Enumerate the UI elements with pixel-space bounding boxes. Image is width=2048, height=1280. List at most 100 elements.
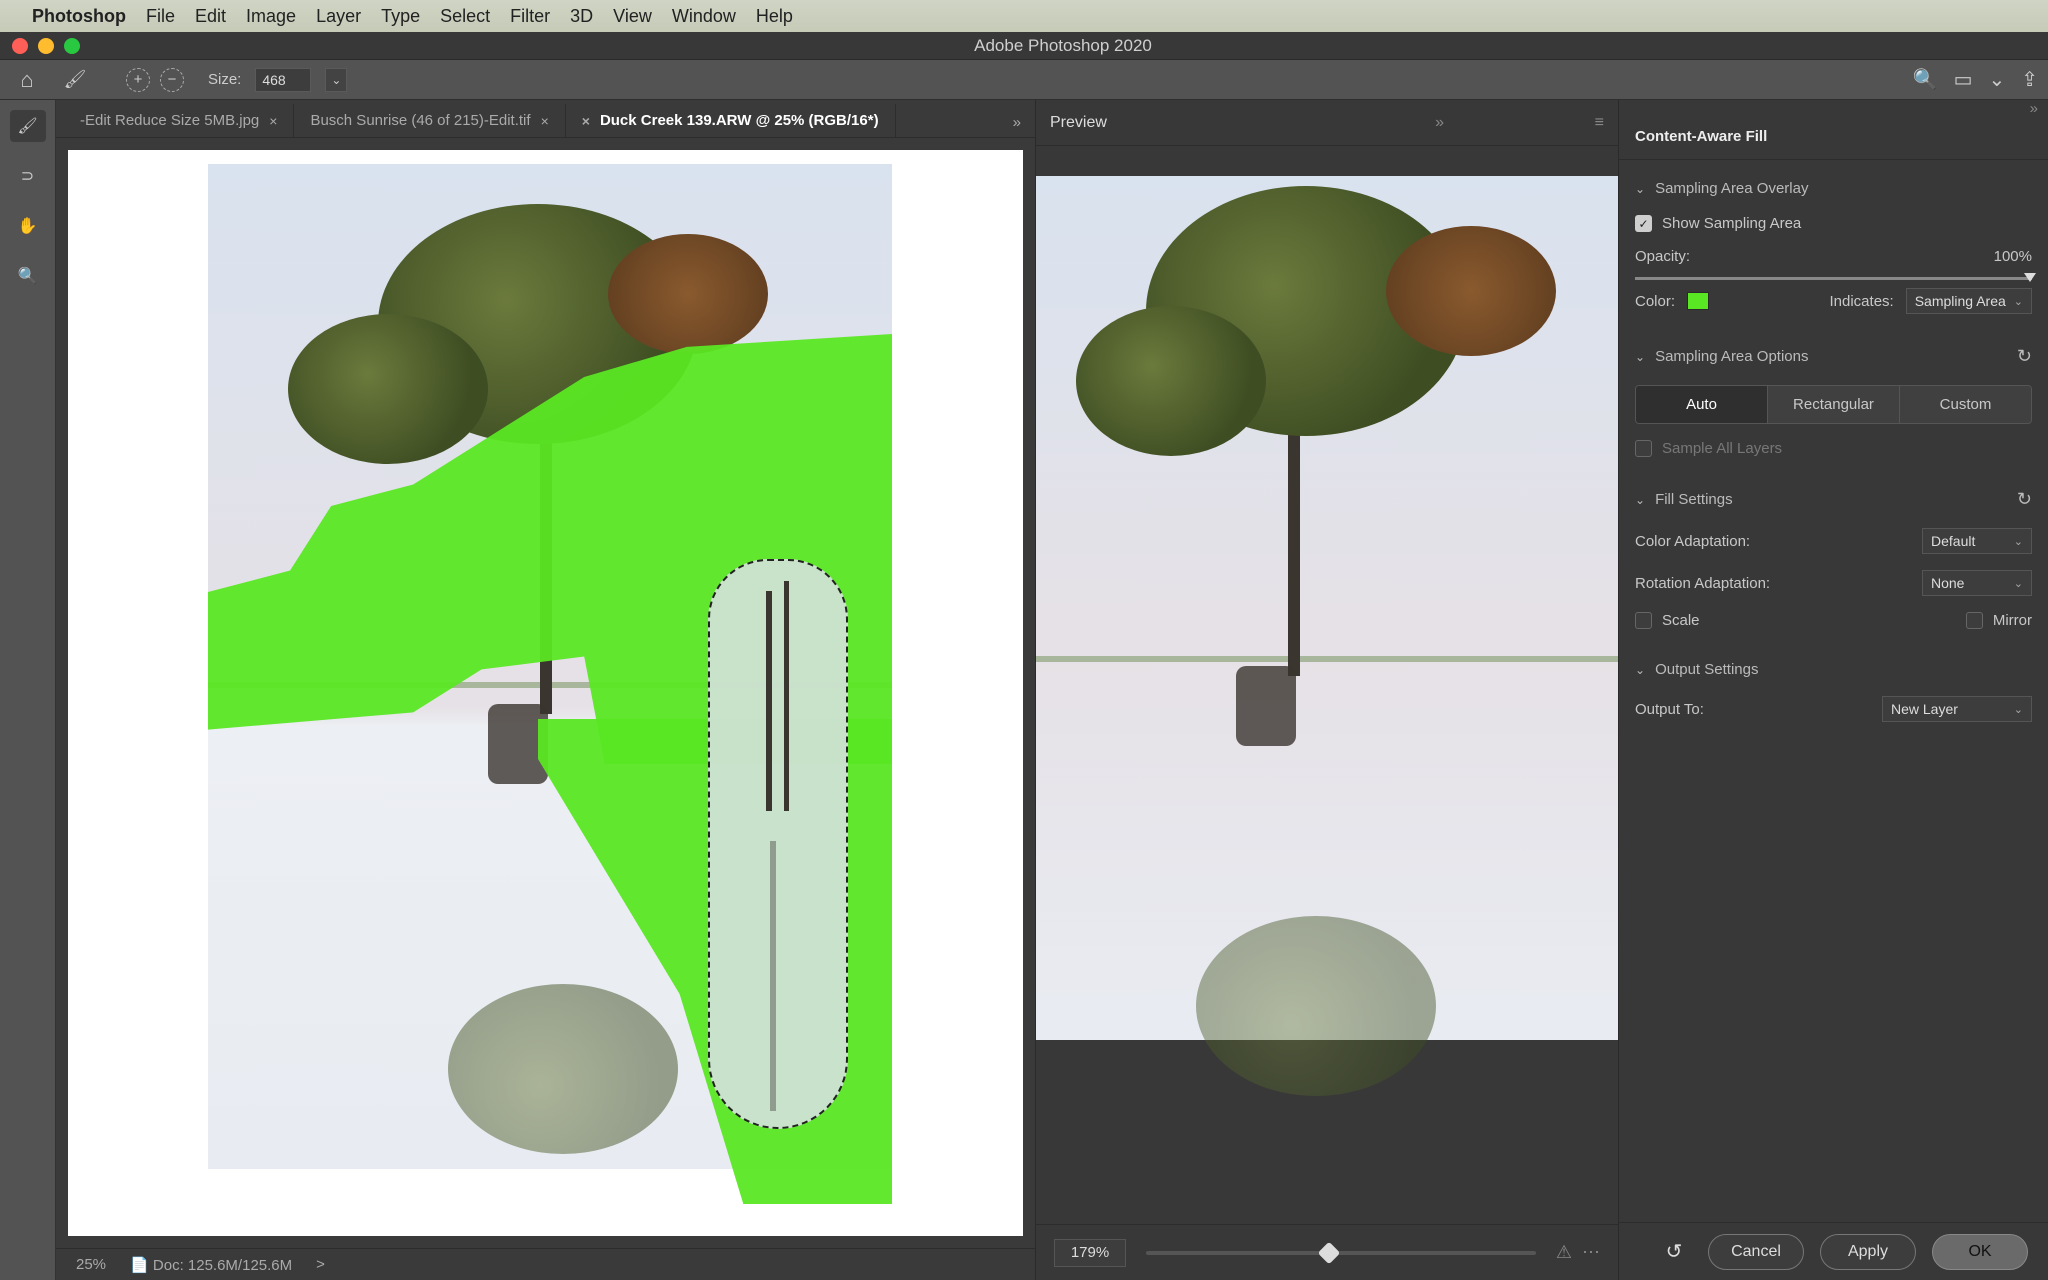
- tab-label: -Edit Reduce Size 5MB.jpg: [80, 112, 259, 129]
- ok-button[interactable]: OK: [1932, 1234, 2028, 1270]
- section-output-settings[interactable]: ⌄ Output Settings: [1635, 651, 2032, 688]
- tab-overflow-icon[interactable]: »: [1007, 108, 1027, 137]
- indicates-dropdown[interactable]: Sampling Area⌄: [1906, 288, 2032, 314]
- rotation-adaptation-dropdown[interactable]: None⌄: [1922, 570, 2032, 596]
- output-to-dropdown[interactable]: New Layer⌄: [1882, 696, 2032, 722]
- chevron-down-icon: ⌄: [1635, 493, 1645, 507]
- brush-preset-icon[interactable]: [58, 65, 92, 95]
- preview-canvas[interactable]: [1036, 176, 1618, 1040]
- hand-tool[interactable]: ✋: [10, 210, 46, 242]
- section-sampling-options[interactable]: ⌄ Sampling Area Options ↻: [1635, 336, 2032, 377]
- mode-rectangular-button[interactable]: Rectangular: [1768, 386, 1900, 423]
- apply-button[interactable]: Apply: [1820, 1234, 1916, 1270]
- tab-2[interactable]: × Duck Creek 139.ARW @ 25% (RGB/16*): [566, 104, 896, 137]
- menu-3d[interactable]: 3D: [570, 6, 593, 27]
- menu-filter[interactable]: Filter: [510, 6, 550, 27]
- expand-icon[interactable]: »: [1619, 100, 2048, 114]
- menu-file[interactable]: File: [146, 6, 175, 27]
- menu-image[interactable]: Image: [246, 6, 296, 27]
- close-window-button[interactable]: [12, 38, 28, 54]
- size-label: Size:: [208, 71, 241, 88]
- section-sampling-overlay[interactable]: ⌄ Sampling Area Overlay: [1635, 170, 2032, 207]
- macos-menubar: Photoshop File Edit Image Layer Type Sel…: [0, 0, 2048, 32]
- section-label: Sampling Area Options: [1655, 348, 1808, 365]
- panel-title: Content-Aware Fill: [1619, 114, 2048, 160]
- overlay-color-swatch[interactable]: [1687, 292, 1709, 310]
- opacity-label: Opacity:: [1635, 248, 1690, 265]
- opacity-value[interactable]: 100%: [1994, 248, 2032, 265]
- brush-size-input[interactable]: [255, 68, 311, 92]
- loading-icon: ⋯: [1582, 1242, 1600, 1263]
- preview-zoom-slider[interactable]: [1146, 1251, 1536, 1255]
- options-bar: + − Size: ⌄ 🔍 ▭ ⌄ ⇪: [0, 60, 2048, 100]
- chevron-down-icon[interactable]: ⌄: [1988, 67, 2005, 92]
- fullscreen-window-button[interactable]: [64, 38, 80, 54]
- mirror-checkbox[interactable]: [1966, 612, 1983, 629]
- tab-label: Duck Creek 139.ARW @ 25% (RGB/16*): [600, 112, 879, 129]
- window-title: Adobe Photoshop 2020: [90, 36, 2036, 56]
- screenmode-icon[interactable]: ▭: [1954, 67, 1973, 92]
- lasso-tool[interactable]: ⊃: [10, 160, 46, 192]
- cancel-button[interactable]: Cancel: [1708, 1234, 1804, 1270]
- tab-0[interactable]: -Edit Reduce Size 5MB.jpg ×: [64, 104, 294, 137]
- rotation-adaptation-label: Rotation Adaptation:: [1635, 575, 1770, 592]
- mode-auto-button[interactable]: Auto: [1636, 386, 1768, 423]
- subtract-from-sample-icon[interactable]: −: [160, 68, 184, 92]
- preview-zoom-input[interactable]: 179%: [1054, 1239, 1126, 1267]
- app-name[interactable]: Photoshop: [32, 6, 126, 27]
- section-fill-settings[interactable]: ⌄ Fill Settings ↻: [1635, 479, 2032, 520]
- panel-menu-icon[interactable]: ≡: [1595, 114, 1604, 132]
- tool-column: 🖌 ⊃ ✋ 🔍: [0, 100, 56, 1280]
- color-adaptation-label: Color Adaptation:: [1635, 533, 1750, 550]
- sample-all-layers-checkbox: [1635, 440, 1652, 457]
- chevron-down-icon: ⌄: [1635, 350, 1645, 364]
- document-canvas[interactable]: [208, 164, 892, 1169]
- undo-button[interactable]: ↺: [1656, 1236, 1692, 1268]
- doc-size[interactable]: 📄 Doc: 125.6M/125.6M: [130, 1256, 292, 1274]
- zoom-tool[interactable]: 🔍: [10, 260, 46, 292]
- reset-icon[interactable]: ↻: [2017, 489, 2032, 510]
- search-icon[interactable]: 🔍: [1913, 67, 1938, 92]
- sample-all-layers-label: Sample All Layers: [1662, 440, 1782, 457]
- menu-layer[interactable]: Layer: [316, 6, 361, 27]
- home-button[interactable]: [10, 65, 44, 95]
- close-icon[interactable]: ×: [541, 113, 549, 129]
- zoom-readout[interactable]: 25%: [76, 1256, 106, 1273]
- chevron-down-icon: ⌄: [1635, 663, 1645, 677]
- color-adaptation-dropdown[interactable]: Default⌄: [1922, 528, 2032, 554]
- close-icon[interactable]: ×: [582, 113, 590, 129]
- sampling-mode-group: Auto Rectangular Custom: [1635, 385, 2032, 424]
- opacity-slider[interactable]: [1635, 277, 2032, 280]
- content-aware-fill-panel: » Content-Aware Fill ⌄ Sampling Area Ove…: [1619, 100, 2048, 1280]
- scale-checkbox[interactable]: [1635, 612, 1652, 629]
- titlebar: Adobe Photoshop 2020: [0, 32, 2048, 60]
- menu-edit[interactable]: Edit: [195, 6, 226, 27]
- show-sampling-checkbox[interactable]: ✓: [1635, 215, 1652, 232]
- section-label: Sampling Area Overlay: [1655, 180, 1808, 197]
- share-icon[interactable]: ⇪: [2021, 67, 2038, 92]
- add-to-sample-icon[interactable]: +: [126, 68, 150, 92]
- warning-icon: ⚠: [1556, 1242, 1572, 1263]
- preview-title: Preview: [1050, 114, 1107, 132]
- sampling-brush-tool[interactable]: 🖌: [10, 110, 46, 142]
- menu-type[interactable]: Type: [381, 6, 420, 27]
- show-sampling-label: Show Sampling Area: [1662, 215, 1801, 232]
- menu-window[interactable]: Window: [672, 6, 736, 27]
- close-icon[interactable]: ×: [269, 113, 277, 129]
- chevron-down-icon: ⌄: [1635, 182, 1645, 196]
- app-window: Adobe Photoshop 2020 + − Size: ⌄ 🔍 ▭ ⌄ ⇪…: [0, 32, 2048, 1280]
- menu-help[interactable]: Help: [756, 6, 793, 27]
- expand-icon[interactable]: »: [1435, 114, 1444, 132]
- tab-1[interactable]: Busch Sunrise (46 of 215)-Edit.tif ×: [294, 104, 565, 137]
- section-label: Fill Settings: [1655, 491, 1733, 508]
- mode-custom-button[interactable]: Custom: [1900, 386, 2031, 423]
- status-arrow-icon[interactable]: >: [316, 1256, 325, 1273]
- reset-icon[interactable]: ↻: [2017, 346, 2032, 367]
- window-controls: [12, 38, 80, 54]
- canvas-viewport[interactable]: [68, 150, 1023, 1236]
- menu-view[interactable]: View: [613, 6, 652, 27]
- size-dropdown-button[interactable]: ⌄: [325, 68, 347, 92]
- menu-select[interactable]: Select: [440, 6, 490, 27]
- status-bar: 25% 📄 Doc: 125.6M/125.6M >: [56, 1248, 1035, 1280]
- minimize-window-button[interactable]: [38, 38, 54, 54]
